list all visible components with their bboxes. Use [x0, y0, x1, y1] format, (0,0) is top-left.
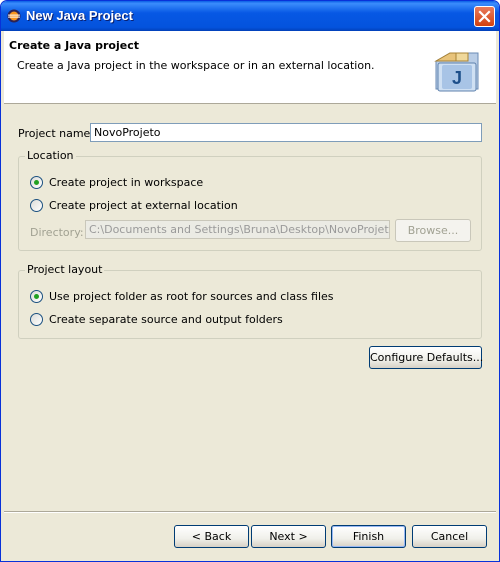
banner-title: Create a Java project	[9, 39, 139, 52]
close-button[interactable]	[474, 6, 495, 27]
radio-selected-dot	[34, 180, 39, 185]
radio-button[interactable]	[30, 313, 43, 326]
footer-separator	[4, 511, 496, 513]
radio-selected-dot	[34, 294, 39, 299]
radio-button[interactable]	[30, 290, 43, 303]
wizard-banner: Create a Java project Create a Java proj…	[4, 31, 496, 104]
banner-description: Create a Java project in the workspace o…	[17, 59, 375, 72]
directory-field[interactable]: C:\Documents and Settings\Bruna\Desktop\…	[85, 220, 390, 239]
java-project-icon: J	[434, 52, 479, 92]
location-group: Location Create project in workspace Cre…	[18, 149, 482, 251]
svg-text:J: J	[452, 68, 462, 88]
eclipse-icon	[7, 9, 21, 23]
directory-label: Directory:	[30, 226, 84, 239]
back-button[interactable]: < Back	[174, 525, 249, 548]
project-name-field[interactable]: NovoProjeto	[90, 123, 482, 142]
new-java-project-dialog: New Java Project Create a Java project C…	[0, 0, 500, 562]
cancel-button[interactable]: Cancel	[412, 525, 487, 548]
radio-label: Create separate source and output folder…	[49, 313, 283, 326]
radio-button[interactable]	[30, 199, 43, 212]
window-title: New Java Project	[26, 8, 133, 23]
radio-label: Create project at external location	[49, 199, 238, 212]
radio-button[interactable]	[30, 176, 43, 189]
browse-button[interactable]: Browse...	[395, 219, 471, 242]
finish-button[interactable]: Finish	[331, 525, 406, 548]
project-layout-group: Project layout Use project folder as roo…	[18, 263, 482, 339]
wizard-content: Project name: NovoProjeto Location Creat…	[4, 105, 496, 511]
radio-label: Use project folder as root for sources a…	[49, 290, 334, 303]
radio-label: Create project in workspace	[49, 176, 204, 189]
project-name-label: Project name:	[18, 127, 95, 140]
project-layout-group-label: Project layout	[25, 263, 105, 276]
title-bar[interactable]: New Java Project	[1, 1, 499, 31]
location-group-label: Location	[25, 149, 76, 162]
next-button[interactable]: Next >	[251, 525, 326, 548]
configure-defaults-button[interactable]: Configure Defaults...	[369, 346, 483, 369]
close-icon	[478, 10, 491, 23]
